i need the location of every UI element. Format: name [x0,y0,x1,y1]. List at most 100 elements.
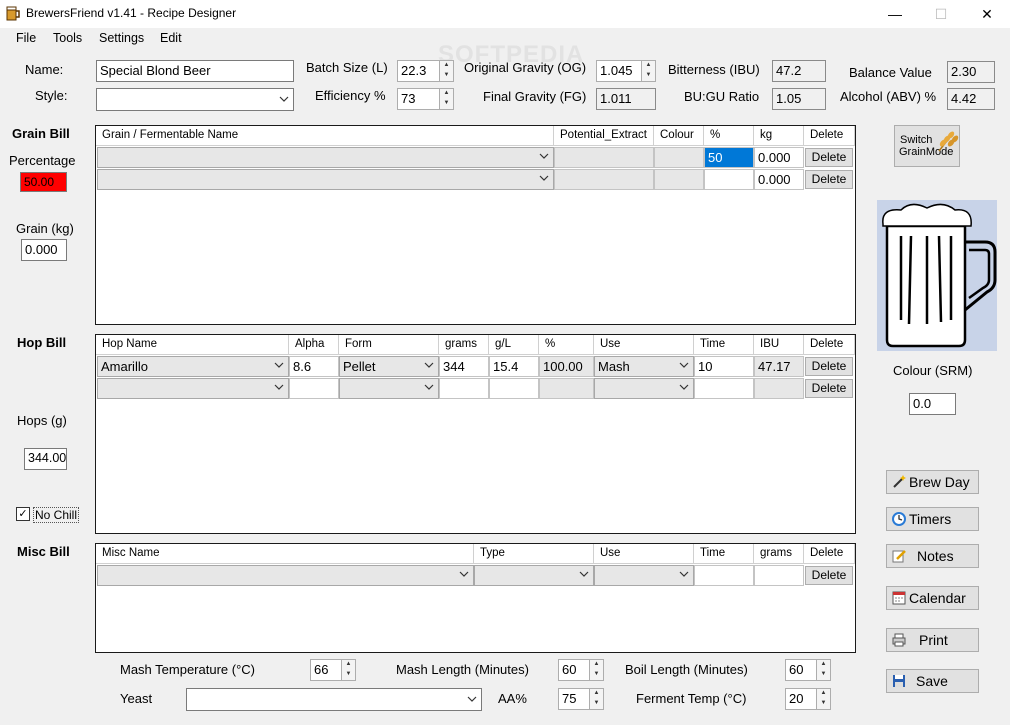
ferment-temp-spinner[interactable]: 20 ▲ ▼ [785,688,831,710]
hop-col-grams[interactable]: grams [439,335,489,355]
print-label: Print [919,632,948,648]
hop-delete-button[interactable]: Delete [805,379,853,398]
misc-col-use[interactable]: Use [594,544,694,564]
menu-tools[interactable]: Tools [53,31,82,45]
boil-length-spinner[interactable]: 60 ▲ ▼ [785,659,831,681]
hop-col-name[interactable]: Hop Name [96,335,289,355]
grain-pct-cell[interactable]: 50 [704,147,754,168]
calendar-button[interactable]: Calendar [886,586,979,610]
yeast-select[interactable] [186,688,482,711]
magic-wand-icon [893,475,906,488]
spin-down-icon[interactable]: ▼ [439,99,453,109]
spin-down-icon[interactable]: ▼ [589,699,603,709]
no-chill-checkbox[interactable]: ✓ [16,507,30,521]
spin-down-icon[interactable]: ▼ [589,670,603,680]
hop-alpha-cell[interactable] [289,378,339,399]
og-spinner[interactable]: 1.045 ▲ ▼ [596,60,656,82]
timers-button[interactable]: Timers [886,507,979,531]
grain-kg-cell[interactable]: 0.000 [754,147,804,168]
hop-col-use[interactable]: Use [594,335,694,355]
close-button[interactable]: ✕ [964,0,1010,28]
grain-delete-button[interactable]: Delete [805,170,853,189]
grain-pct-cell[interactable] [704,169,754,190]
hop-use-combo[interactable]: Mash [594,356,694,377]
spin-down-icon[interactable]: ▼ [341,670,355,680]
hop-gl-cell[interactable] [489,378,539,399]
hop-col-form[interactable]: Form [339,335,439,355]
spin-up-icon[interactable]: ▲ [439,89,453,99]
hop-col-gl[interactable]: g/L [489,335,539,355]
spin-up-icon[interactable]: ▲ [816,689,830,699]
notes-button[interactable]: Notes [886,544,979,568]
menu-file[interactable]: File [16,31,36,45]
no-chill-label[interactable]: No Chill [33,507,80,523]
minimize-button[interactable]: — [872,0,918,28]
hop-name-combo[interactable] [97,378,289,399]
hop-use-combo[interactable] [594,378,694,399]
spin-up-icon[interactable]: ▲ [341,660,355,670]
hop-time-cell[interactable] [694,378,754,399]
hop-delete-button[interactable]: Delete [805,357,853,376]
grain-kg-cell[interactable]: 0.000 [754,169,804,190]
hop-name-combo[interactable]: Amarillo [97,356,289,377]
spin-up-icon[interactable]: ▲ [589,689,603,699]
grain-name-combo[interactable] [97,169,554,190]
spin-up-icon[interactable]: ▲ [589,660,603,670]
hop-grams-cell[interactable]: 344 [439,356,489,377]
spin-down-icon[interactable]: ▼ [439,71,453,81]
misc-time-cell[interactable] [694,565,754,586]
misc-col-type[interactable]: Type [474,544,594,564]
grain-delete-button[interactable]: Delete [805,148,853,167]
misc-col-grams[interactable]: grams [754,544,804,564]
switch-grain-mode-button[interactable]: Switch GrainMode [894,125,960,167]
grain-name-combo[interactable] [97,147,554,168]
mash-temp-spinner[interactable]: 66 ▲ ▼ [310,659,356,681]
menu-edit[interactable]: Edit [160,31,182,45]
misc-delete-button[interactable]: Delete [805,566,853,585]
efficiency-spinner[interactable]: 73 ▲ ▼ [397,88,454,110]
abv-label: Alcohol (ABV) % [840,89,937,104]
spin-up-icon[interactable]: ▲ [439,61,453,71]
misc-col-time[interactable]: Time [694,544,754,564]
misc-grams-cell[interactable] [754,565,804,586]
mash-length-spinner[interactable]: 60 ▲ ▼ [558,659,604,681]
batch-size-spinner[interactable]: 22.3 ▲ ▼ [397,60,454,82]
misc-type-combo[interactable] [474,565,594,586]
hop-col-time[interactable]: Time [694,335,754,355]
hop-alpha-cell[interactable]: 8.6 [289,356,339,377]
menu-settings[interactable]: Settings [99,31,144,45]
misc-use-combo[interactable] [594,565,694,586]
name-input[interactable]: Special Blond Beer [96,60,294,82]
misc-col-name[interactable]: Misc Name [96,544,474,564]
brew-day-button[interactable]: Brew Day [886,470,979,494]
grain-col-kg[interactable]: kg [754,126,804,146]
style-select[interactable] [96,88,294,111]
hop-grams-cell[interactable] [439,378,489,399]
hop-gl-cell[interactable]: 15.4 [489,356,539,377]
hop-col-alpha[interactable]: Alpha [289,335,339,355]
spin-down-icon[interactable]: ▼ [816,699,830,709]
print-button[interactable]: Print [886,628,979,652]
aa-spinner[interactable]: 75 ▲ ▼ [558,688,604,710]
hops-g-value: 344.00 [24,448,67,470]
hop-form-combo[interactable] [339,378,439,399]
efficiency-label: Efficiency % [315,88,386,103]
grain-col-name[interactable]: Grain / Fermentable Name [96,126,554,146]
hop-col-delete: Delete [804,335,855,355]
misc-name-combo[interactable] [97,565,474,586]
grain-col-extract[interactable]: Potential_Extract [554,126,654,146]
notes-label: Notes [917,548,954,564]
maximize-button[interactable]: ☐ [918,0,964,28]
hop-col-ibu[interactable]: IBU [754,335,804,355]
grain-col-pct[interactable]: % [704,126,754,146]
spin-down-icon[interactable]: ▼ [641,71,655,81]
beer-app-icon [6,6,20,21]
spin-down-icon[interactable]: ▼ [816,670,830,680]
save-button[interactable]: Save [886,669,979,693]
hop-form-combo[interactable]: Pellet [339,356,439,377]
spin-up-icon[interactable]: ▲ [641,61,655,71]
spin-up-icon[interactable]: ▲ [816,660,830,670]
hop-time-cell[interactable]: 10 [694,356,754,377]
grain-col-colour[interactable]: Colour [654,126,704,146]
hop-col-pct[interactable]: % [539,335,594,355]
